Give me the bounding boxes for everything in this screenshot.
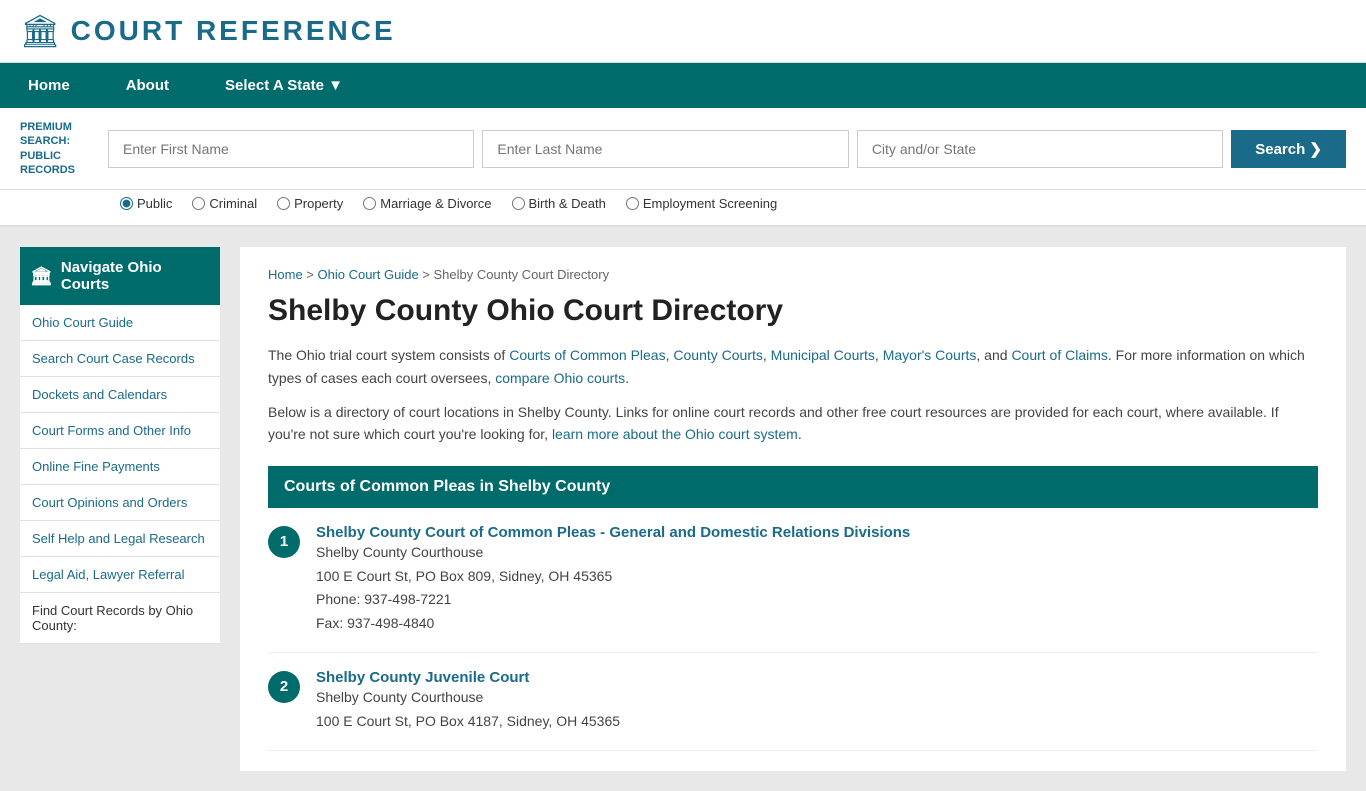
- court-info-1: Shelby County Court of Common Pleas - Ge…: [316, 524, 910, 636]
- main-nav: Home About Select A State ▼: [0, 63, 1366, 108]
- courthouse-icon: 🏛: [30, 266, 53, 287]
- content-area: 🏛 Navigate Ohio Courts Ohio Court Guide …: [0, 227, 1366, 790]
- link-municipal-courts[interactable]: Municipal Courts: [771, 347, 875, 363]
- record-type-selector: Public Criminal Property Marriage & Divo…: [0, 190, 1366, 227]
- sidebar-item-legal-aid[interactable]: Legal Aid, Lawyer Referral: [20, 557, 220, 593]
- link-county-courts[interactable]: County Courts: [673, 347, 762, 363]
- court-building-2: Shelby County Courthouse: [316, 686, 620, 710]
- court-entry-2: 2 Shelby County Juvenile Court Shelby Co…: [268, 653, 1318, 751]
- logo-icon: 🏛: [20, 12, 61, 50]
- sidebar-item-court-forms[interactable]: Court Forms and Other Info: [20, 413, 220, 449]
- court-address-2: 100 E Court St, PO Box 4187, Sidney, OH …: [316, 710, 620, 734]
- city-state-input[interactable]: [857, 130, 1223, 168]
- court-name-1[interactable]: Shelby County Court of Common Pleas - Ge…: [316, 524, 910, 541]
- sidebar-item-ohio-court-guide[interactable]: Ohio Court Guide: [20, 305, 220, 341]
- first-name-input[interactable]: [108, 130, 474, 168]
- site-header: 🏛 COURT REFERENCE: [0, 0, 1366, 63]
- link-common-pleas[interactable]: Courts of Common Pleas: [509, 347, 665, 363]
- link-learn-more[interactable]: learn more about the Ohio court system: [552, 426, 798, 442]
- sidebar-header-label: Navigate Ohio Courts: [61, 259, 210, 293]
- sidebar-header: 🏛 Navigate Ohio Courts: [20, 247, 220, 305]
- court-number-1: 1: [268, 526, 300, 558]
- court-info-2: Shelby County Juvenile Court Shelby Coun…: [316, 669, 620, 734]
- sidebar-find-records-label: Find Court Records by Ohio County:: [20, 593, 220, 644]
- premium-label: PREMIUM SEARCH: PUBLIC RECORDS: [20, 120, 100, 177]
- court-building-1: Shelby County Courthouse: [316, 541, 910, 565]
- nav-select-state[interactable]: Select A State ▼: [197, 63, 371, 108]
- breadcrumb-guide[interactable]: Ohio Court Guide: [318, 267, 419, 282]
- link-compare-courts[interactable]: compare Ohio courts: [495, 370, 625, 386]
- court-entry-1: 1 Shelby County Court of Common Pleas - …: [268, 508, 1318, 653]
- link-court-of-claims[interactable]: Court of Claims: [1011, 347, 1107, 363]
- section-header-common-pleas: Courts of Common Pleas in Shelby County: [268, 466, 1318, 508]
- intro-para1: The Ohio trial court system consists of …: [268, 344, 1318, 389]
- radio-employment[interactable]: Employment Screening: [626, 196, 777, 211]
- court-phone-1: Phone: 937-498-7221: [316, 588, 910, 612]
- sidebar: 🏛 Navigate Ohio Courts Ohio Court Guide …: [20, 247, 220, 770]
- breadcrumb: Home > Ohio Court Guide > Shelby County …: [268, 267, 1318, 282]
- logo-text: COURT REFERENCE: [71, 15, 396, 47]
- radio-criminal[interactable]: Criminal: [192, 196, 257, 211]
- court-number-2: 2: [268, 671, 300, 703]
- nav-home[interactable]: Home: [0, 63, 98, 108]
- intro-para2: Below is a directory of court locations …: [268, 401, 1318, 446]
- radio-birth[interactable]: Birth & Death: [512, 196, 606, 211]
- court-fax-1: Fax: 937-498-4840: [316, 612, 910, 636]
- search-bar: PREMIUM SEARCH: PUBLIC RECORDS Search ❯: [0, 108, 1366, 190]
- link-mayors-courts[interactable]: Mayor's Courts: [883, 347, 977, 363]
- court-name-2[interactable]: Shelby County Juvenile Court: [316, 669, 529, 686]
- breadcrumb-current: Shelby County Court Directory: [434, 267, 610, 282]
- sidebar-item-online-fine-payments[interactable]: Online Fine Payments: [20, 449, 220, 485]
- sidebar-item-search-court-case-records[interactable]: Search Court Case Records: [20, 341, 220, 377]
- main-content: Home > Ohio Court Guide > Shelby County …: [240, 247, 1346, 770]
- sidebar-item-court-opinions[interactable]: Court Opinions and Orders: [20, 485, 220, 521]
- page-title: Shelby County Ohio Court Directory: [268, 294, 1318, 328]
- court-address-1: 100 E Court St, PO Box 809, Sidney, OH 4…: [316, 565, 910, 589]
- nav-about[interactable]: About: [98, 63, 197, 108]
- sidebar-item-dockets-calendars[interactable]: Dockets and Calendars: [20, 377, 220, 413]
- breadcrumb-home[interactable]: Home: [268, 267, 303, 282]
- sidebar-item-self-help[interactable]: Self Help and Legal Research: [20, 521, 220, 557]
- radio-public[interactable]: Public: [120, 196, 172, 211]
- radio-property[interactable]: Property: [277, 196, 343, 211]
- search-button[interactable]: Search ❯: [1231, 130, 1346, 168]
- radio-marriage[interactable]: Marriage & Divorce: [363, 196, 491, 211]
- last-name-input[interactable]: [482, 130, 848, 168]
